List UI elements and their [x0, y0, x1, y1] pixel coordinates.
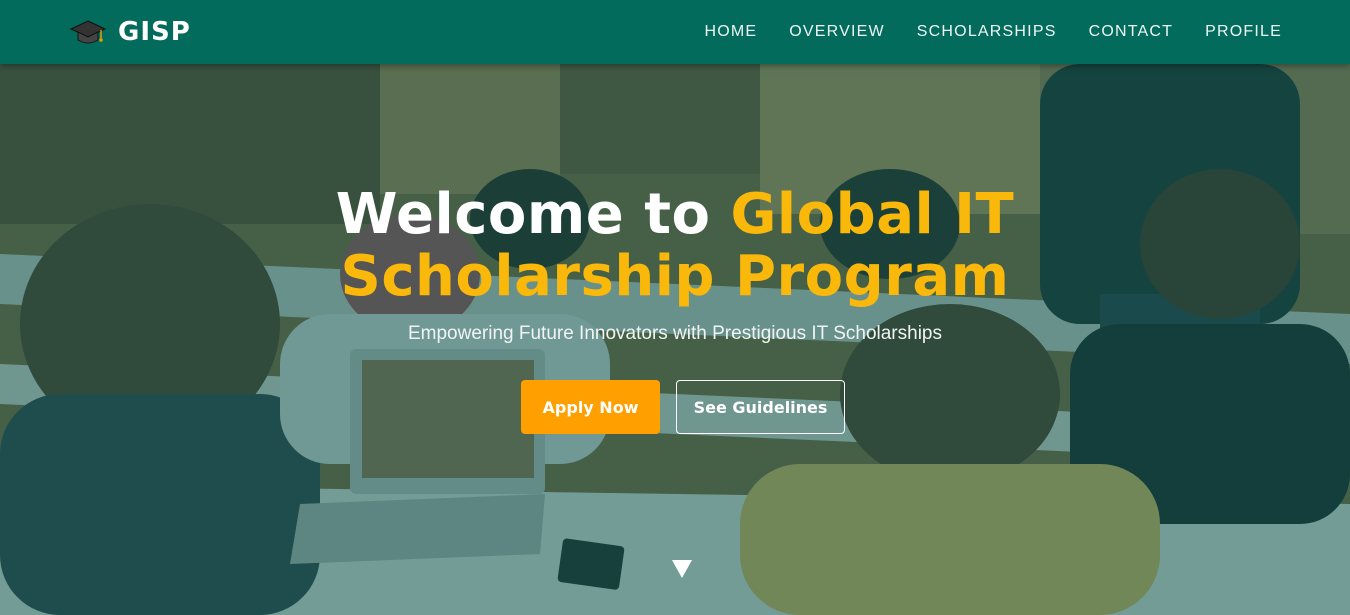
nav-home[interactable]: HOME — [704, 22, 757, 42]
see-guidelines-button[interactable]: See Guidelines — [676, 380, 845, 434]
nav-contact[interactable]: CONTACT — [1089, 22, 1174, 42]
hero-actions: Apply Now See Guidelines — [521, 380, 845, 434]
nav-profile[interactable]: PROFILE — [1205, 22, 1282, 42]
hero-title-welcome: Welcome to — [335, 182, 731, 247]
apply-now-button[interactable]: Apply Now — [521, 380, 660, 434]
triangle-down-icon[interactable] — [672, 560, 692, 578]
hero-subtitle: Empowering Future Innovators with Presti… — [407, 323, 942, 344]
hero-title-highlight-1: Global IT — [730, 182, 1015, 247]
top-navbar: GISP HOME OVERVIEW SCHOLARSHIPS CONTACT … — [0, 0, 1350, 64]
hero-title: Welcome to Global IT Scholarship Program — [0, 184, 1350, 308]
brand-name: GISP — [118, 17, 191, 47]
hero-section: Welcome to Global IT Scholarship Program… — [0, 64, 1350, 615]
nav-overview[interactable]: OVERVIEW — [789, 22, 885, 42]
graduation-cap-icon — [70, 20, 106, 44]
hero-title-highlight-2: Scholarship Program — [340, 244, 1010, 309]
brand[interactable]: GISP — [70, 16, 191, 48]
nav-scholarships[interactable]: SCHOLARSHIPS — [917, 22, 1057, 42]
main-menu: HOME OVERVIEW SCHOLARSHIPS CONTACT PROFI… — [704, 22, 1282, 42]
